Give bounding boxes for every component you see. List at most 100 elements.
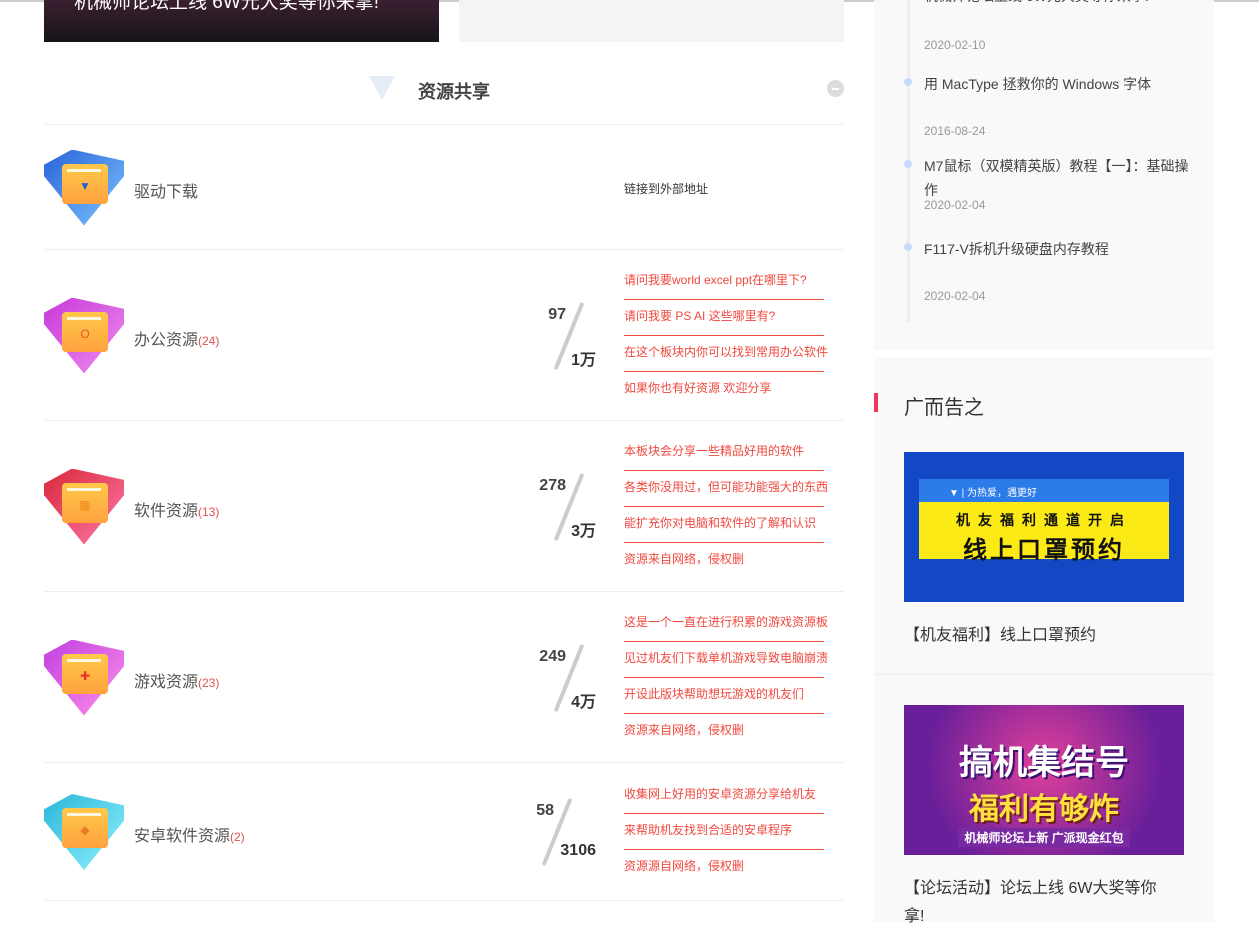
post-count: 1万: [571, 351, 596, 369]
forum-name[interactable]: 驱动下载: [134, 178, 198, 202]
glyph-icon: ▦: [79, 497, 91, 512]
timeline-date: 2020-02-10: [924, 38, 986, 52]
ad1-caption[interactable]: 【机友福利】线上口罩预约: [904, 622, 1174, 650]
accent-bar: [874, 393, 878, 412]
topic-link[interactable]: 见过机友们下载单机游戏导致电脑崩溃: [624, 642, 828, 678]
topic-link[interactable]: 在这个板块内你可以找到常用办公软件: [624, 336, 828, 372]
timeline-dot-icon: [904, 243, 912, 251]
post-count: 3万: [571, 522, 596, 540]
external-link-note[interactable]: 链接到外部地址: [624, 180, 708, 197]
divider: [874, 674, 1214, 675]
latest-topics: 这是一个一直在进行积累的游戏资源板 见过机友们下载单机游戏导致电脑崩溃 开设此版块帮…: [624, 606, 828, 750]
forum-row: ✚ 游戏资源(23) 249 4万 这是一个一直在进行积累的游戏资源板 见过机友们下载单机…: [44, 592, 844, 763]
ads-title: 广而告之: [904, 397, 984, 419]
post-count: 3106: [560, 842, 596, 859]
latest-topics: 本板块会分享一些精品好用的软件 各类你没用过，但可能功能强大的东西 能扩充你对电脑和…: [624, 435, 828, 579]
timeline-item[interactable]: 用 MacType 拯救你的 Windows 字体 2016-08-24: [904, 72, 1199, 138]
latest-topics: 请问我要world excel ppt在哪里下? 请问我要 PS AI 这些哪里有…: [624, 264, 828, 408]
triangle-icon: [369, 76, 395, 100]
section-title: 资源共享: [418, 82, 490, 102]
forum-icon: ✚: [44, 639, 124, 720]
folder-icon: ◆: [62, 808, 108, 848]
topic-link[interactable]: 本板块会分享一些精品好用的软件: [624, 435, 824, 471]
ads-panel: 广而告之 ▼ | 为热爱，遇更好 机友福利通道开启线上口罩预约 【机友福利】线上…: [874, 357, 1214, 925]
banner-placeholder: [459, 0, 844, 42]
thread-count: 249: [539, 647, 566, 665]
forum-name[interactable]: 安卓软件资源(2): [134, 822, 245, 846]
ad-banner-mask[interactable]: ▼ | 为热爱，遇更好 机友福利通道开启线上口罩预约: [904, 452, 1184, 602]
post-count: 4万: [571, 693, 596, 711]
ad2-line1: 搞机集结号: [959, 744, 1129, 782]
folder-icon: ▼: [62, 163, 108, 204]
ad2-line3: 机械师论坛上新 广派现金红包: [958, 828, 1130, 847]
forum-name[interactable]: 办公资源(24): [134, 326, 219, 350]
forum-row: ▦ 软件资源(13) 278 3万 本板块会分享一些精品好用的软件 各类你没用过，但可能功…: [44, 421, 844, 592]
timeline-dot-icon: [904, 78, 912, 86]
topic-link[interactable]: 资源来自网络，侵权删: [624, 543, 824, 579]
forum-name[interactable]: 软件资源(13): [134, 497, 219, 521]
forum-icon: ▼: [44, 149, 124, 230]
folder-icon: ✚: [62, 653, 108, 694]
glyph-icon: ▼: [79, 178, 91, 193]
banner-caption: 机械师论坛上线 6W元大奖等你来拿!: [74, 0, 380, 13]
forum-name[interactable]: 游戏资源(23): [134, 668, 219, 692]
collapse-button[interactable]: [827, 80, 844, 97]
thread-count: 278: [539, 476, 566, 494]
timeline-item[interactable]: M7鼠标（双模精英版）教程【一】：基础操作 2020-02-04: [904, 154, 1199, 212]
thread-count: 58: [536, 802, 554, 819]
topic-count: (13): [198, 504, 220, 519]
folder-icon: ▦: [62, 482, 108, 523]
topic-link[interactable]: 资源来自网络，侵权删: [624, 714, 824, 750]
section-header: 资源共享: [44, 60, 844, 125]
glyph-icon: ◆: [80, 823, 90, 837]
forum-row: ◆ 安卓软件资源(2) 58 3106 收集网上好用的安卓资源分享给机友 来帮助机友找到合…: [44, 763, 844, 901]
topic-link[interactable]: 收集网上好用的安卓资源分享给机友: [624, 778, 824, 814]
forum-name-label: 游戏资源: [134, 673, 199, 691]
topic-link[interactable]: 如果你也有好资源 欢迎分享: [624, 372, 824, 408]
glyph-icon: O: [80, 326, 90, 341]
topic-link[interactable]: 开设此版块帮助想玩游戏的机友们: [624, 678, 824, 714]
folder-icon: O: [62, 311, 108, 352]
forum-icon: O: [44, 297, 124, 378]
ad-banner-event[interactable]: 搞机集结号 福利有够炸 机械师论坛上新 广派现金红包: [904, 705, 1184, 855]
thread-count: 97: [548, 305, 566, 323]
topic-link[interactable]: 请问我要world excel ppt在哪里下?: [624, 264, 824, 300]
latest-topics: 收集网上好用的安卓资源分享给机友 来帮助机友找到合适的安卓程序 资源源自网络，侵权删: [624, 778, 824, 886]
timeline-item[interactable]: 机械师论坛上线 6W元大奖等你来拿! 2020-02-10: [924, 0, 1199, 52]
topic-link[interactable]: 请问我要 PS AI 这些哪里有?: [624, 300, 824, 336]
timeline-title[interactable]: F117-V拆机升级硬盘内存教程: [924, 237, 1199, 261]
timeline-title[interactable]: 机械师论坛上线 6W元大奖等你来拿!: [924, 0, 1199, 8]
ad2-caption[interactable]: 【论坛活动】论坛上线 6W大奖等你拿!: [904, 875, 1174, 931]
topic-link[interactable]: 资源源自网络，侵权删: [624, 850, 824, 886]
timeline-item[interactable]: F117-V拆机升级硬盘内存教程 2020-02-04: [904, 237, 1199, 303]
topic-count: (24): [198, 333, 220, 348]
forum-row: O 办公资源(24) 97 1万 请问我要world excel ppt在哪里下? 请问我…: [44, 250, 844, 421]
forum-name-label: 软件资源: [134, 502, 199, 520]
forum-name-label: 驱动下载: [134, 183, 199, 201]
topic-link[interactable]: 来帮助机友找到合适的安卓程序: [624, 814, 824, 850]
forum-name-label: 安卓软件资源: [134, 828, 231, 845]
topic-link[interactable]: 各类你没用过，但可能功能强大的东西: [624, 471, 828, 507]
glyph-icon: ✚: [79, 668, 91, 683]
topic-link[interactable]: 能扩充你对电脑和软件的了解和认识: [624, 507, 824, 543]
topic-link[interactable]: 这是一个一直在进行积累的游戏资源板: [624, 606, 828, 642]
forum-row: ▼ 驱动下载 链接到外部地址: [44, 125, 844, 250]
timeline-date: 2020-02-04: [924, 289, 986, 303]
ad-logo-strip: ▼ | 为热爱，遇更好: [919, 479, 1169, 502]
topic-count: (2): [230, 830, 245, 844]
ad-yellow-box: 机友福利通道开启线上口罩预约: [919, 502, 1169, 564]
ad1-line2: 线上口罩预约: [963, 537, 1125, 564]
forum-icon: ◆: [44, 794, 124, 874]
featured-banner[interactable]: 机械师论坛上线 6W元大奖等你来拿!: [44, 0, 439, 42]
topic-count: (23): [198, 675, 220, 690]
timeline-title[interactable]: M7鼠标（双模精英版）教程【一】：基础操作: [924, 154, 1199, 202]
ad1-line1: 机友福利通道开启: [956, 512, 1132, 528]
forum-icon: ▦: [44, 468, 124, 549]
timeline-date: 2016-08-24: [924, 124, 986, 138]
timeline-panel: 机械师论坛上线 6W元大奖等你来拿! 2020-02-10 用 MacType 拯救…: [874, 0, 1214, 350]
timeline-title[interactable]: 用 MacType 拯救你的 Windows 字体: [924, 72, 1199, 96]
ad2-line2: 福利有够炸: [969, 793, 1119, 826]
timeline-dot-icon: [904, 160, 912, 168]
forum-name-label: 办公资源: [134, 331, 199, 349]
timeline-date: 2020-02-04: [924, 198, 986, 212]
